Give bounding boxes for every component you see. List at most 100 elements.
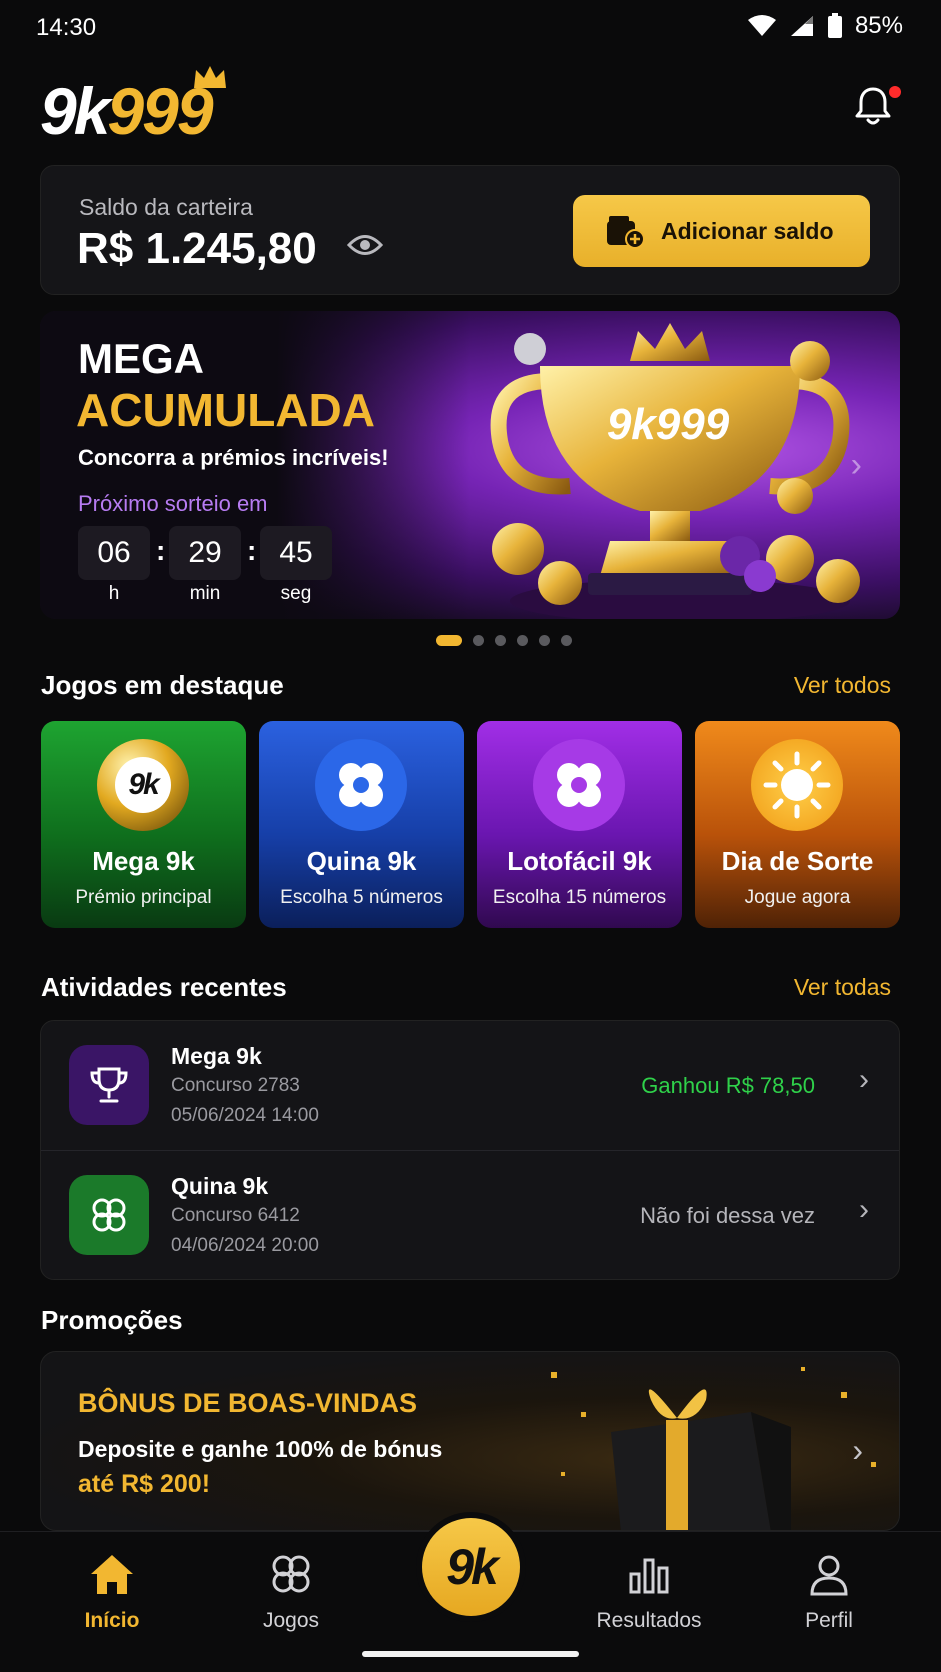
clover-shape xyxy=(339,763,383,807)
carousel-dot[interactable] xyxy=(473,635,484,646)
nav-center-9k-button[interactable]: 9k xyxy=(422,1518,520,1616)
status-icons: 85% xyxy=(747,12,903,40)
sun-shape xyxy=(763,751,831,819)
trophy-icon xyxy=(69,1045,149,1125)
nav-results-label: Resultados xyxy=(596,1609,702,1632)
signal-icon xyxy=(790,16,813,36)
countdown-unit-h: h xyxy=(108,583,120,604)
wallet-card: Saldo da carteira R$ 1.245,80 Adicionar … xyxy=(40,165,900,295)
promo-card-welcome-bonus[interactable]: BÔNUS DE BOAS-VINDAS Deposite e ganhe 10… xyxy=(40,1351,900,1531)
countdown-sep-2: : xyxy=(247,535,257,566)
wallet-label: Saldo da carteira xyxy=(79,194,253,220)
list-item[interactable]: Quina 9k Concurso 6412 04/06/2024 20:00 … xyxy=(41,1151,899,1279)
promo-highlight: até R$ 200! xyxy=(78,1470,211,1498)
wallet-add-icon xyxy=(607,216,645,249)
battery-icon xyxy=(827,13,842,38)
activity-status-lose: Não foi dessa vez xyxy=(640,1203,815,1228)
wifi-icon xyxy=(747,15,776,36)
featured-see-all-link[interactable]: Ver todos xyxy=(794,672,891,699)
banner-subtitle: Concorra a prémios incríveis! xyxy=(78,445,389,470)
clover-outline xyxy=(92,1198,126,1232)
carousel-dot[interactable] xyxy=(495,635,506,646)
game-name: Lotofácil 9k xyxy=(507,846,652,876)
promo-text: Deposite e ganhe 100% de bónus xyxy=(78,1436,443,1462)
countdown-unit-seg: seg xyxy=(280,583,312,604)
carousel-dot[interactable] xyxy=(436,635,462,646)
recent-title: Atividades recentes xyxy=(41,972,287,1002)
eye-icon[interactable] xyxy=(347,232,383,258)
game-card-dia-de-sorte[interactable]: Dia de Sorte Jogue agora xyxy=(695,721,900,928)
countdown-unit-min: min xyxy=(189,583,221,604)
game-desc: Escolha 5 números xyxy=(280,887,443,908)
activity-contest: Concurso 2783 xyxy=(171,1075,300,1096)
nav-home-label: Início xyxy=(84,1609,140,1632)
ball-label: 9k xyxy=(115,757,171,813)
recent-activities-list: Mega 9k Concurso 2783 05/06/2024 14:00 G… xyxy=(40,1020,900,1280)
promo-title: BÔNUS DE BOAS-VINDAS xyxy=(78,1388,418,1418)
banner-title-acumulada: ACUMULADA xyxy=(76,384,375,436)
logo-999-text: 999 xyxy=(107,66,226,144)
nav-profile-label: Perfil xyxy=(805,1609,853,1632)
nav-profile[interactable]: Perfil xyxy=(759,1552,899,1633)
clover-icon xyxy=(315,739,407,831)
carousel-dot[interactable] xyxy=(561,635,572,646)
game-name: Dia de Sorte xyxy=(721,846,874,876)
countdown-seconds: 45 xyxy=(260,526,332,580)
game-card-quina[interactable]: Quina 9k Escolha 5 números xyxy=(259,721,464,928)
home-icon xyxy=(91,1555,133,1594)
crown-icon xyxy=(193,66,226,88)
carousel-dot[interactable] xyxy=(517,635,528,646)
chevron-right-icon: › xyxy=(852,1432,863,1468)
banner-title-mega: MEGA xyxy=(78,335,204,382)
bar-chart-icon xyxy=(629,1558,669,1594)
game-desc: Jogue agora xyxy=(744,887,851,908)
nav-results[interactable]: Resultados xyxy=(579,1552,719,1633)
nav-games[interactable]: Jogos xyxy=(221,1552,361,1633)
game-card-mega[interactable]: 9k Mega 9k Prémio principal xyxy=(41,721,246,928)
trophy-shape xyxy=(90,1067,128,1103)
trophy-image: 9k999 xyxy=(490,323,860,619)
logo-9k-text: 9k xyxy=(40,74,110,148)
sun-icon xyxy=(751,739,843,831)
activity-game: Mega 9k xyxy=(171,1043,262,1069)
activity-datetime: 04/06/2024 20:00 xyxy=(171,1235,319,1256)
app-logo[interactable]: 9k 999 xyxy=(40,62,226,148)
carousel-dot[interactable] xyxy=(539,635,550,646)
activity-status-win: Ganhou R$ 78,50 xyxy=(641,1073,815,1098)
wallet-balance: R$ 1.245,80 xyxy=(77,224,317,273)
banner-next-chevron-icon[interactable]: › xyxy=(851,446,862,485)
chevron-right-icon: › xyxy=(859,1193,869,1226)
add-balance-button[interactable]: Adicionar saldo xyxy=(573,195,870,267)
promo-banner-carousel[interactable]: 9k999 MEGA ACUMULADA Concorra a prémios … xyxy=(40,311,900,619)
game-name: Mega 9k xyxy=(92,846,195,876)
add-balance-label: Adicionar saldo xyxy=(661,217,834,244)
clover-icon xyxy=(272,1555,310,1593)
game-card-lotofacil[interactable]: Lotofácil 9k Escolha 15 números xyxy=(477,721,682,928)
clover-shape xyxy=(557,763,601,807)
next-draw-label: Próximo sorteio em xyxy=(78,491,268,516)
home-indicator[interactable] xyxy=(362,1651,579,1657)
clover-icon xyxy=(533,739,625,831)
nav-home[interactable]: Início xyxy=(42,1552,182,1633)
featured-title: Jogos em destaque xyxy=(41,670,284,700)
carousel-dots xyxy=(436,635,572,646)
battery-percent: 85% xyxy=(854,12,903,39)
chevron-right-icon: › xyxy=(859,1063,869,1096)
activity-contest: Concurso 6412 xyxy=(171,1205,300,1226)
clover-icon xyxy=(69,1175,149,1255)
status-time: 14:30 xyxy=(36,14,97,41)
countdown-minutes: 29 xyxy=(169,526,241,580)
status-bar: 14:30 85% xyxy=(0,0,941,56)
activity-game: Quina 9k xyxy=(171,1173,269,1199)
notification-dot xyxy=(889,86,901,98)
trophy-logo-text: 9k999 xyxy=(607,400,730,449)
user-icon xyxy=(810,1555,848,1596)
gift-box-image xyxy=(551,1367,876,1530)
promotions-title: Promoções xyxy=(41,1305,183,1335)
countdown-hours: 06 xyxy=(78,526,150,580)
recent-see-all-link[interactable]: Ver todas xyxy=(794,974,891,1001)
list-item[interactable]: Mega 9k Concurso 2783 05/06/2024 14:00 G… xyxy=(41,1021,899,1150)
countdown-sep-1: : xyxy=(156,535,166,566)
game-desc: Escolha 15 números xyxy=(492,887,667,908)
lottery-ball-icon: 9k xyxy=(97,739,189,831)
